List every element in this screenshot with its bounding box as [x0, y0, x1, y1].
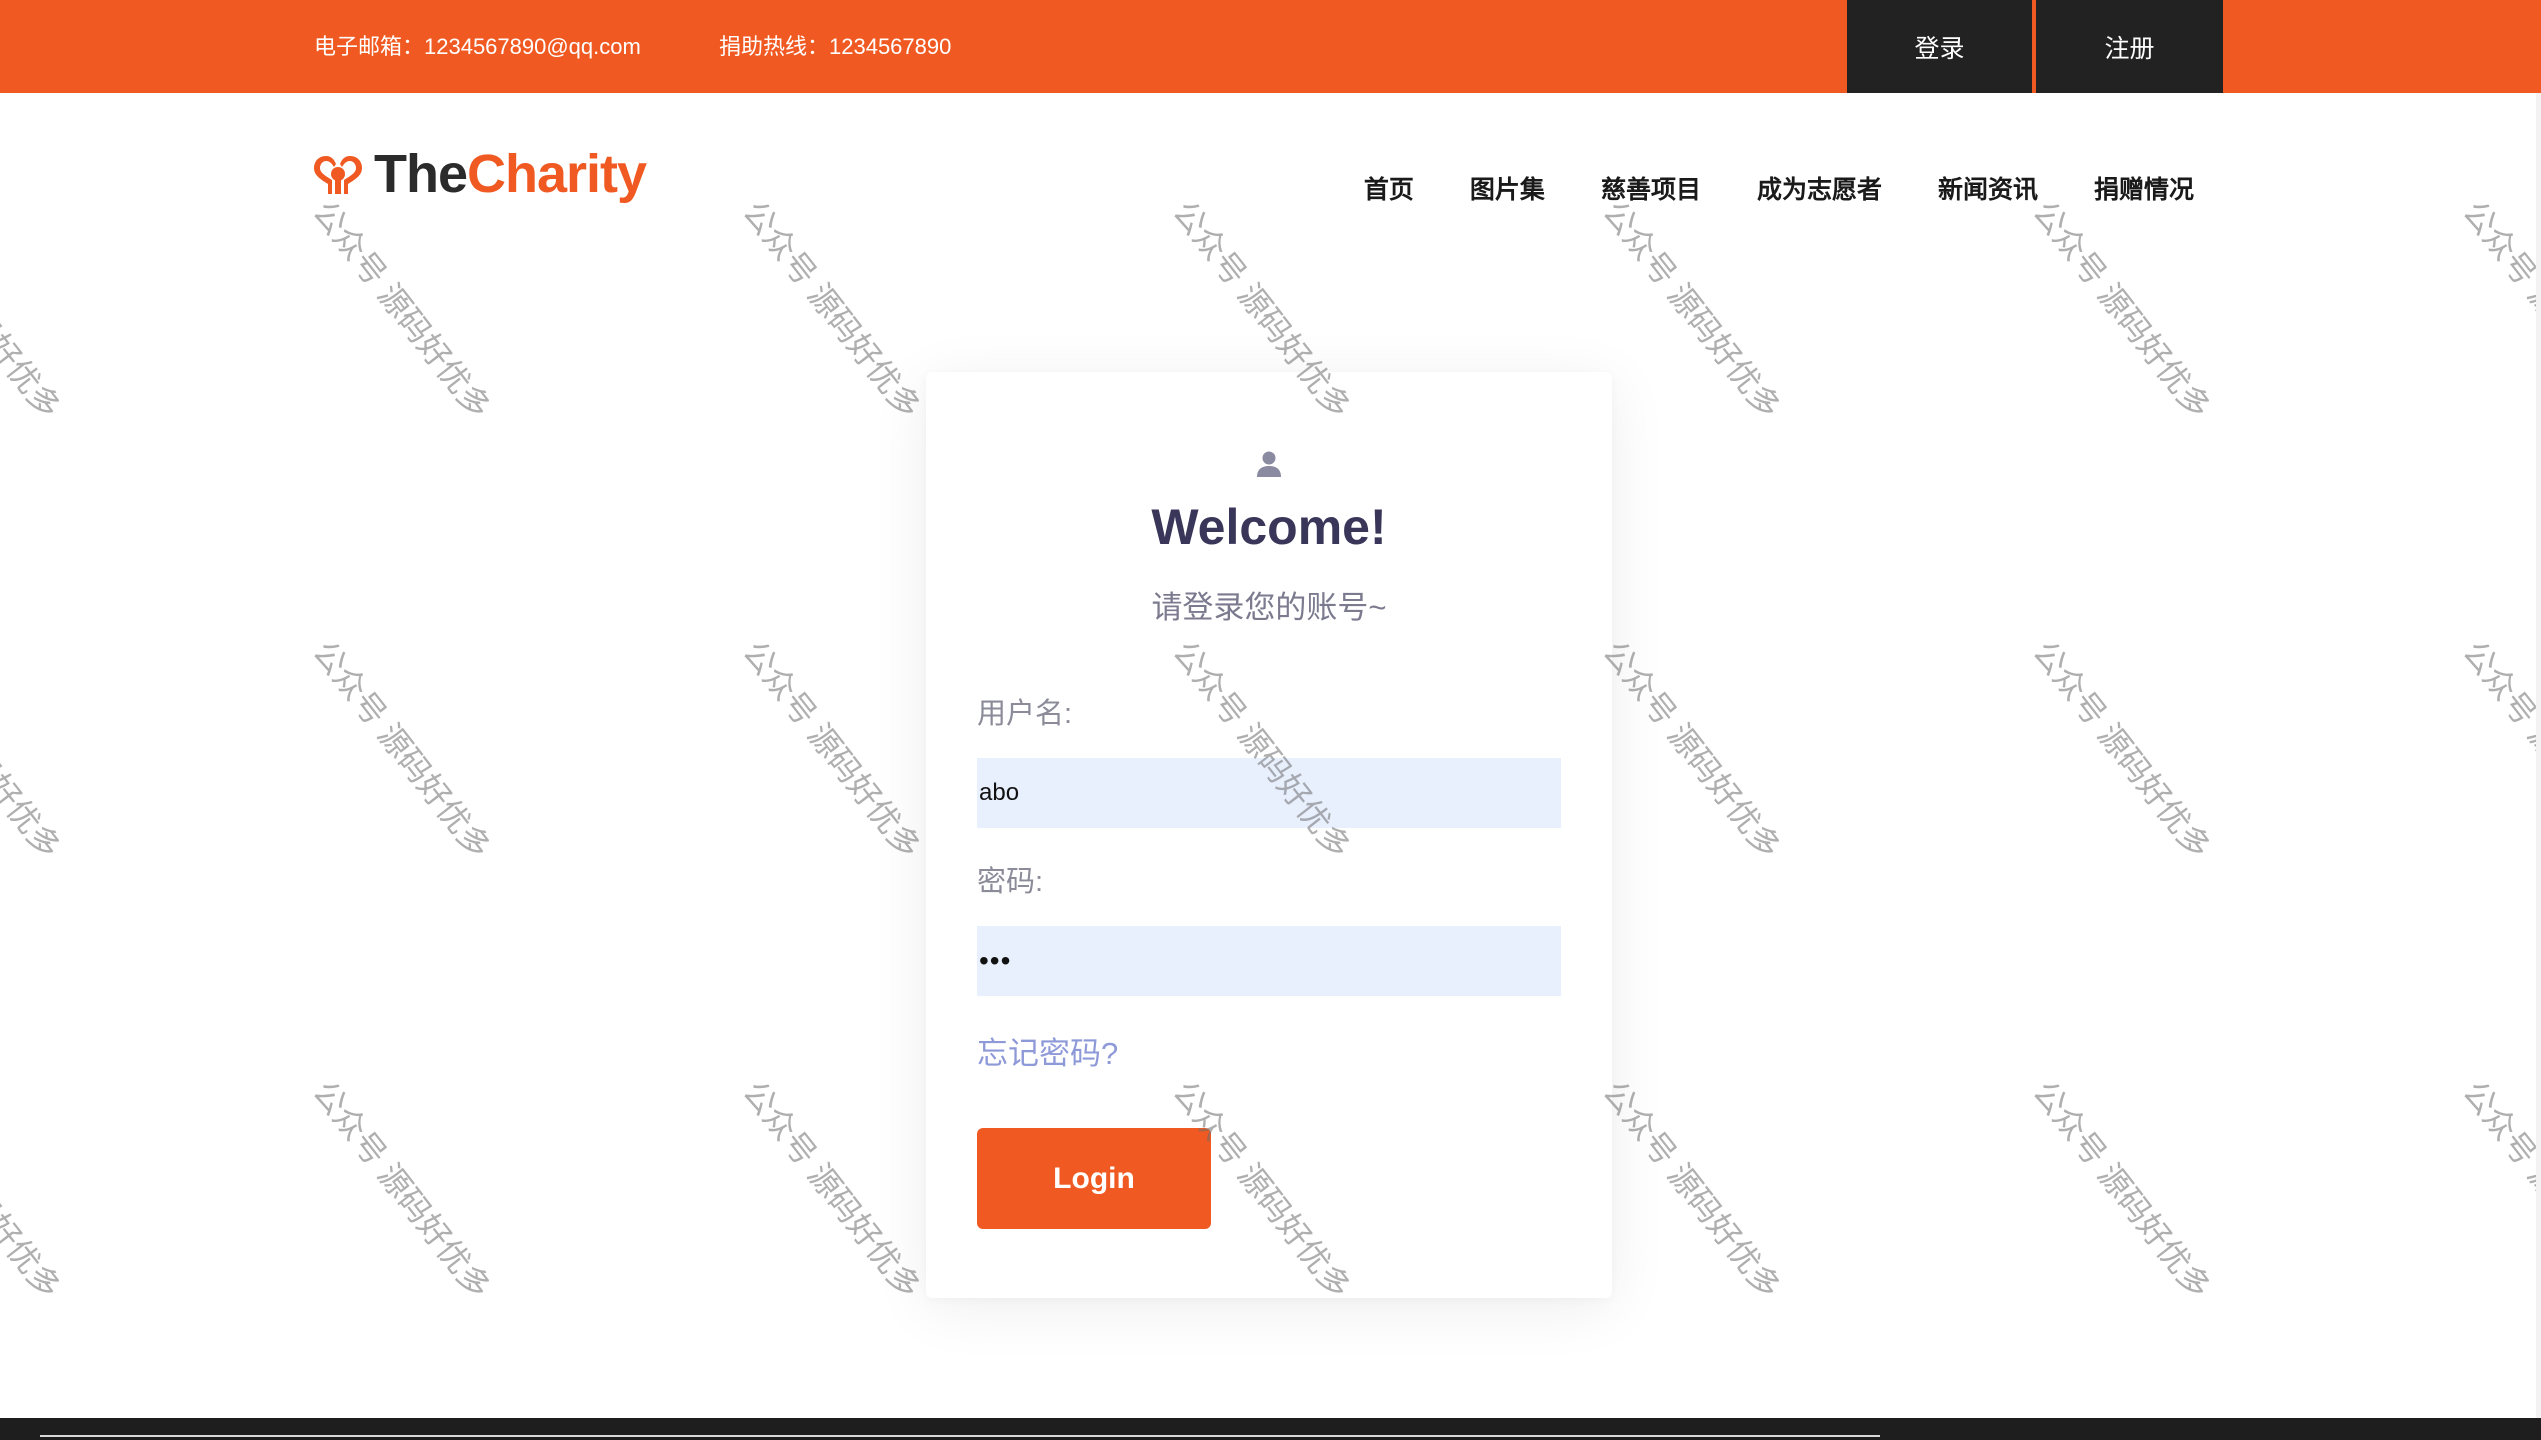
- watermark: 公众号 源码好优多: [0, 194, 68, 426]
- login-submit-button[interactable]: Login: [977, 1128, 1211, 1229]
- watermark: 公众号 源码好优多: [2456, 634, 2541, 866]
- logo-text-the: The: [374, 144, 468, 204]
- forgot-password-link[interactable]: 忘记密码?: [977, 1028, 1118, 1073]
- password-input[interactable]: [977, 926, 1561, 996]
- watermark: 公众号 源码好优多: [0, 634, 68, 866]
- password-label: 密码:: [977, 866, 1044, 898]
- contact-email: 电子邮箱：1234567890@qq.com: [314, 34, 641, 59]
- watermark: 公众号 源码好优多: [306, 634, 498, 866]
- main-nav: 首页 图片集 慈善项目 成为志愿者 新闻资讯 捐赠情况: [1364, 168, 2194, 208]
- logo-text-charity: Charity: [467, 144, 647, 204]
- nav-item-donations[interactable]: 捐赠情况: [2094, 170, 2194, 206]
- watermark: 公众号 源码好优多: [1596, 194, 1788, 426]
- watermark: 公众号 源码好优多: [2456, 194, 2541, 426]
- watermark: 公众号 源码好优多: [736, 634, 928, 866]
- login-subtitle: 请登录您的账号~: [1151, 590, 1387, 625]
- site-logo[interactable]: TheCharity: [312, 142, 647, 206]
- nav-item-gallery[interactable]: 图片集: [1470, 170, 1545, 206]
- watermark: 公众号 源码好优多: [1596, 1074, 1788, 1306]
- login-link-button[interactable]: 登录: [1847, 0, 2032, 93]
- watermark: 公众号 源码好优多: [306, 1074, 498, 1306]
- nav-item-projects[interactable]: 慈善项目: [1601, 170, 1701, 206]
- footer-divider: [40, 1435, 1880, 1437]
- username-input[interactable]: [977, 758, 1561, 828]
- watermark: 公众号 源码好优多: [2026, 634, 2218, 866]
- nav-item-home[interactable]: 首页: [1364, 170, 1414, 206]
- watermark: 公众号 源码好优多: [1596, 634, 1788, 866]
- heart-logo-icon: [314, 156, 362, 194]
- nav-item-news[interactable]: 新闻资讯: [1938, 170, 2038, 206]
- username-label: 用户名:: [977, 698, 1073, 730]
- watermark: 公众号 源码好优多: [736, 194, 928, 426]
- page: 电子邮箱：1234567890@qq.com 捐助热线：1234567890 登…: [0, 0, 2541, 1440]
- watermark: 公众号 源码好优多: [2026, 1074, 2218, 1306]
- watermark: 公众号 源码好优多: [306, 194, 498, 426]
- watermark: 公众号 源码好优多: [736, 1074, 928, 1306]
- watermark: 公众号 源码好优多: [0, 1074, 68, 1306]
- nav-item-volunteer[interactable]: 成为志愿者: [1757, 170, 1882, 206]
- welcome-title: Welcome!: [1151, 499, 1387, 555]
- logo-text: TheCharity: [374, 143, 647, 205]
- contact-phone: 捐助热线：1234567890: [719, 34, 952, 59]
- register-link-button[interactable]: 注册: [2036, 0, 2223, 93]
- watermark: 公众号 源码好优多: [2026, 194, 2218, 426]
- user-icon: [1257, 451, 1281, 477]
- login-card: Welcome! 请登录您的账号~ 用户名: 密码: 忘记密码? Login: [926, 372, 1612, 1298]
- top-bar: 电子邮箱：1234567890@qq.com 捐助热线：1234567890 登…: [0, 0, 2541, 93]
- page-right-edge: [2536, 93, 2541, 1418]
- watermark: 公众号 源码好优多: [2456, 1074, 2541, 1306]
